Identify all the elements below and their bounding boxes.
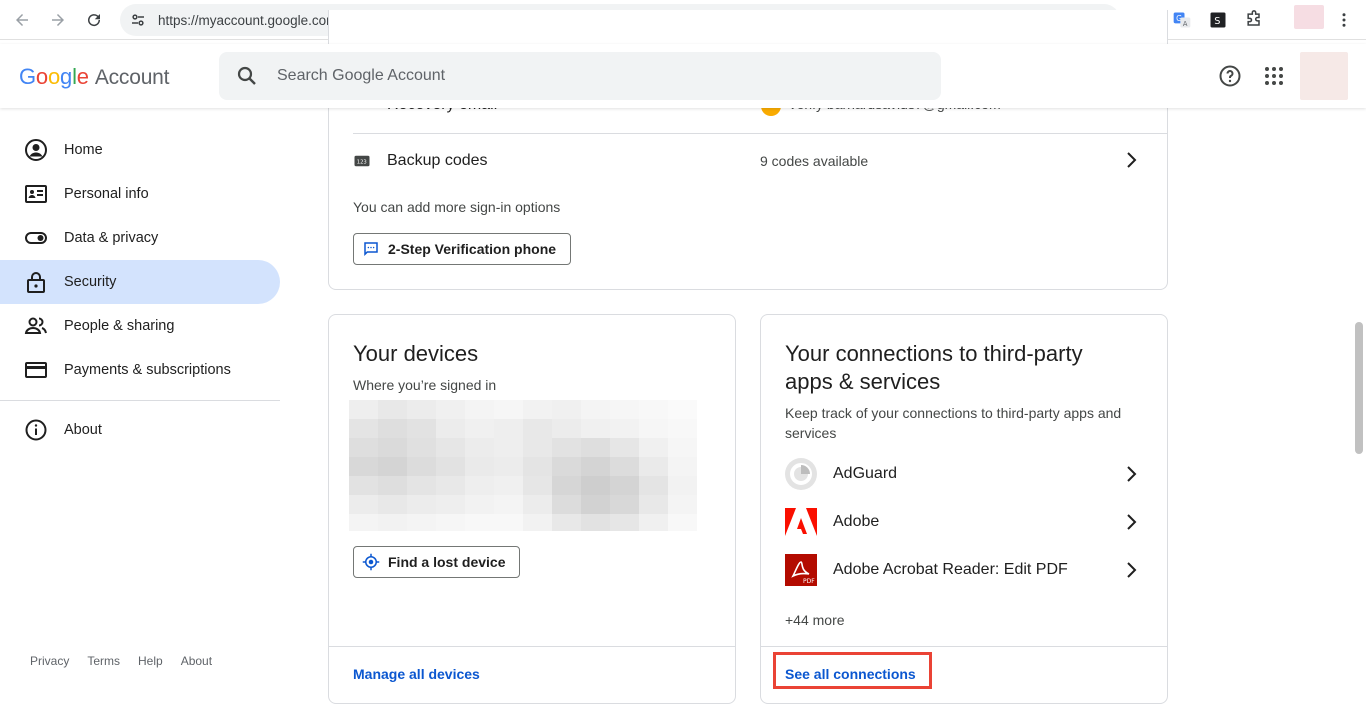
svg-text:A: A <box>1183 20 1188 28</box>
find-lost-device-label: Find a lost device <box>388 554 506 570</box>
help-icon[interactable] <box>1218 64 1242 88</box>
footer-links: Privacy Terms Help About <box>30 654 212 668</box>
sidebar-item-label: Data & privacy <box>64 230 159 246</box>
svg-text:S: S <box>1214 16 1220 27</box>
footer-privacy-link[interactable]: Privacy <box>30 654 69 668</box>
manage-all-devices-link[interactable]: Manage all devices <box>353 666 480 682</box>
lock-icon <box>24 270 48 294</box>
backup-codes-label: Backup codes <box>387 152 488 169</box>
apps-grid-icon[interactable] <box>1262 64 1286 88</box>
google-wordmark: Google <box>19 64 89 89</box>
sidebar-item-label: About <box>64 422 102 438</box>
more-apps-count: +44 more <box>785 612 845 628</box>
backup-codes-icon: 123 <box>353 152 371 170</box>
find-lost-device-button[interactable]: Find a lost device <box>353 546 521 578</box>
divider <box>329 646 735 647</box>
search-input[interactable]: Search Google Account <box>219 52 941 100</box>
two-step-phone-button[interactable]: 2-Step Verification phone <box>353 233 572 265</box>
app-name: Adobe Acrobat Reader: Edit PDF <box>833 561 1068 578</box>
search-icon <box>235 64 259 88</box>
svg-text:PDF: PDF <box>803 578 815 585</box>
people-icon <box>24 314 48 338</box>
location-target-icon <box>362 553 380 571</box>
app-row-adobe[interactable]: Adobe <box>785 502 1145 542</box>
forward-icon[interactable] <box>44 6 72 34</box>
svg-text:123: 123 <box>357 160 367 166</box>
account-header: Google Account Search Google Account <box>0 44 1366 108</box>
credit-card-icon <box>24 358 48 382</box>
search-placeholder: Search Google Account <box>277 67 446 84</box>
divider <box>761 646 1167 647</box>
scrollbar-thumb[interactable] <box>1355 322 1363 454</box>
backup-codes-row[interactable]: 123 Backup codes 9 codes available <box>329 134 1167 188</box>
sidebar-item-people-sharing[interactable]: People & sharing <box>0 304 280 348</box>
message-icon <box>362 240 380 258</box>
sidebar: Home Personal info Data & privacy Securi… <box>0 108 280 687</box>
app-name: AdGuard <box>833 465 898 482</box>
site-settings-icon[interactable] <box>126 8 150 32</box>
backup-codes-value: 9 codes available <box>760 153 869 169</box>
id-card-icon <box>24 182 48 206</box>
acrobat-logo-icon: PDF <box>785 554 817 586</box>
app-row-adguard[interactable]: AdGuard <box>785 454 1145 494</box>
google-account-logo[interactable]: Google Account <box>19 64 169 90</box>
sidebar-item-security[interactable]: Security <box>0 260 280 304</box>
sidebar-item-label: Payments & subscriptions <box>64 362 231 378</box>
reload-icon[interactable] <box>80 6 108 34</box>
chevron-right-icon <box>1119 510 1143 534</box>
footer-help-link[interactable]: Help <box>138 654 163 668</box>
chevron-right-icon <box>1119 462 1143 486</box>
s-extension-icon[interactable]: S <box>1207 9 1229 31</box>
chevron-right-icon <box>1119 148 1143 172</box>
adguard-logo-icon <box>785 458 817 490</box>
connections-title-line1: Your connections to third-party <box>785 341 1083 366</box>
account-avatar[interactable] <box>1300 52 1348 100</box>
app-name: Adobe <box>833 513 880 530</box>
sidebar-item-label: Personal info <box>64 186 149 202</box>
account-circle-icon <box>24 138 48 162</box>
extensions-puzzle-icon[interactable] <box>1243 9 1265 31</box>
info-icon <box>24 418 48 442</box>
sidebar-item-home[interactable]: Home <box>0 128 280 172</box>
app-row-acrobat[interactable]: PDF Adobe Acrobat Reader: Edit PDF <box>785 550 1145 590</box>
chevron-right-icon <box>1119 558 1143 582</box>
sidebar-item-personal-info[interactable]: Personal info <box>0 172 280 216</box>
connections-subtitle-line1: Keep track of your connections to third-… <box>785 405 1122 421</box>
two-step-phone-label: 2-Step Verification phone <box>388 241 557 257</box>
sidebar-divider <box>0 400 280 401</box>
sidebar-item-label: People & sharing <box>64 318 175 334</box>
connections-title-line2: apps & services <box>785 369 941 394</box>
back-icon[interactable] <box>8 6 36 34</box>
translate-extension-icon[interactable]: GA <box>1171 9 1193 31</box>
adobe-logo-icon <box>785 506 817 538</box>
sidebar-item-about[interactable]: About <box>0 408 280 452</box>
account-wordmark: Account <box>94 66 170 89</box>
see-all-connections-link[interactable]: See all connections <box>785 666 916 682</box>
sidebar-item-data-privacy[interactable]: Data & privacy <box>0 216 280 260</box>
devices-subtitle: Where you’re signed in <box>353 377 497 393</box>
footer-about-link[interactable]: About <box>181 654 212 668</box>
browser-menu-icon[interactable] <box>1333 9 1355 31</box>
footer-terms-link[interactable]: Terms <box>87 654 120 668</box>
profile-avatar[interactable] <box>1294 5 1324 29</box>
add-signin-options-text: You can add more sign-in options <box>353 199 561 215</box>
sidebar-item-payments[interactable]: Payments & subscriptions <box>0 348 280 392</box>
toggle-icon <box>24 226 48 250</box>
devices-list-blurred <box>349 400 698 531</box>
devices-title: Your devices <box>353 341 479 366</box>
connections-subtitle-line2: services <box>785 425 837 441</box>
sidebar-item-label: Home <box>64 142 103 158</box>
sidebar-item-label: Security <box>64 274 117 290</box>
